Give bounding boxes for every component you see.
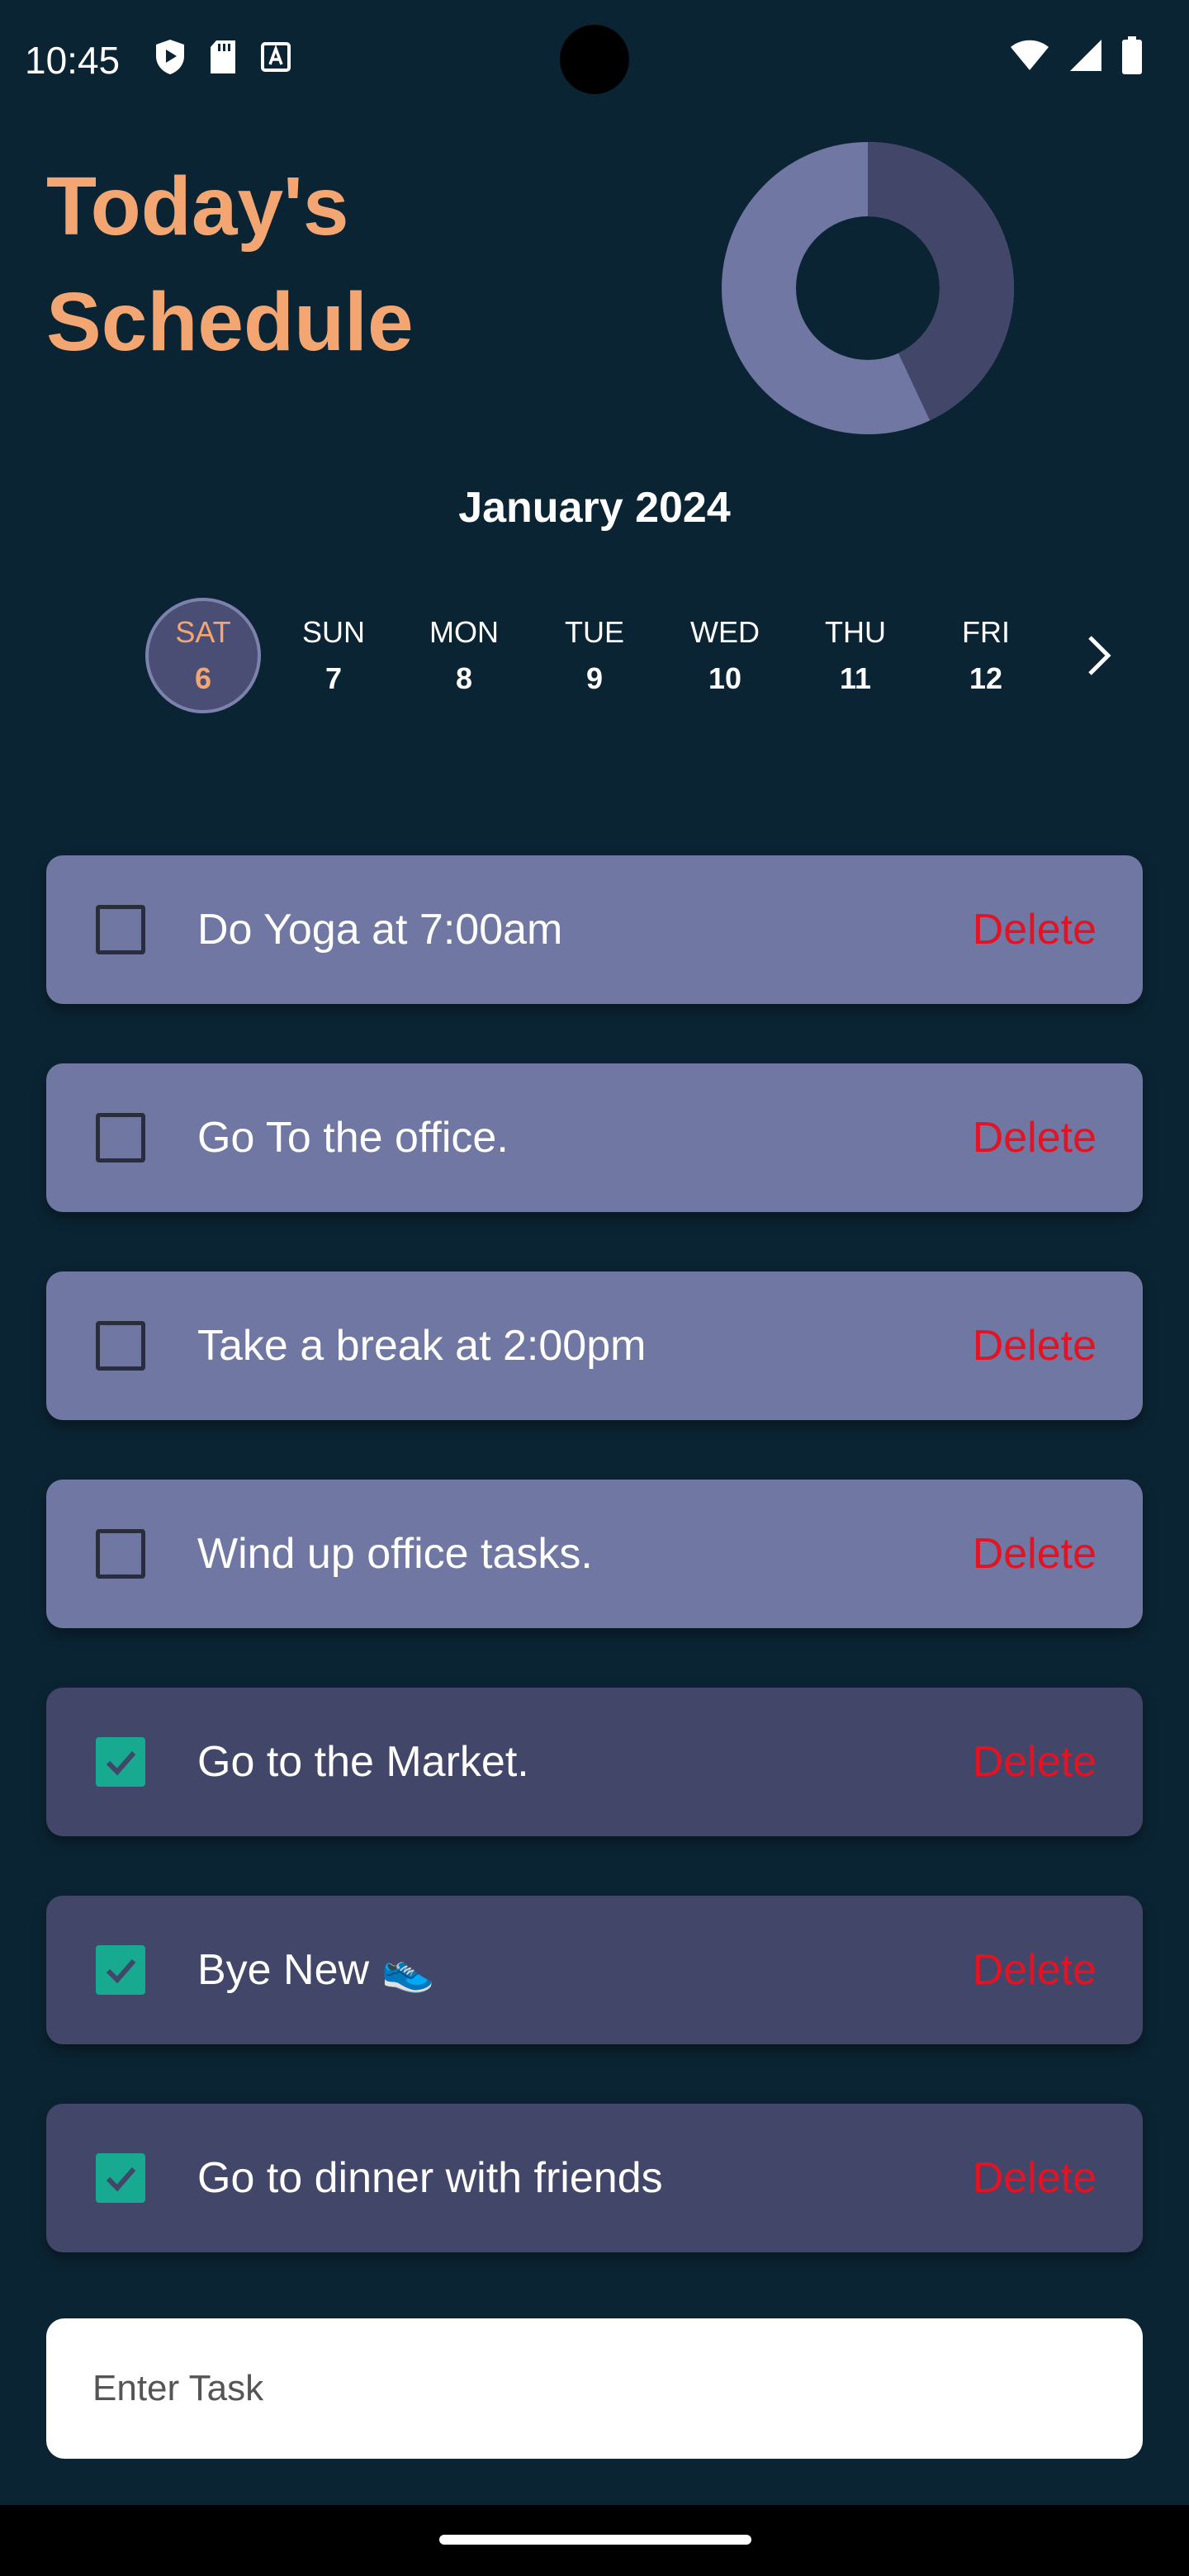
day-of-week: SUN	[301, 615, 365, 649]
task-text: Do Yoga at 7:00am	[197, 906, 563, 954]
day-number: 6	[194, 661, 212, 695]
delete-button[interactable]: Delete	[973, 902, 1097, 958]
day-of-week: TUE	[565, 615, 624, 649]
camera-cutout	[560, 25, 629, 94]
task-text: Wind up office tasks.	[197, 1530, 593, 1578]
day-item-wed-10[interactable]: WED 10	[667, 596, 783, 715]
task-card-completed: Go to the Market. Delete	[46, 1688, 1143, 1836]
task-input[interactable]	[46, 2318, 1143, 2459]
font-a-icon	[261, 42, 291, 72]
day-number: 12	[969, 661, 1003, 695]
page-title: Today's Schedule	[46, 160, 414, 368]
day-number: 11	[839, 661, 872, 695]
day-of-week: FRI	[962, 615, 1010, 649]
status-time: 10:45	[25, 39, 121, 82]
day-number: 10	[708, 661, 742, 695]
delete-button[interactable]: Delete	[973, 1526, 1097, 1582]
task-text: Bye New 👟	[197, 1946, 435, 1994]
day-number: 8	[455, 661, 473, 695]
home-indicator[interactable]	[439, 2535, 751, 2545]
status-system-icons	[1009, 36, 1143, 74]
day-item-sun-7[interactable]: SUN 7	[276, 596, 391, 715]
checkmark-icon	[106, 2167, 136, 2192]
delete-button[interactable]: Delete	[973, 1734, 1097, 1790]
checkmark-icon	[106, 1959, 136, 1984]
battery-icon	[1122, 36, 1142, 74]
sd-card-icon	[211, 40, 235, 73]
task-card: Wind up office tasks. Delete	[46, 1480, 1143, 1628]
task-checkbox[interactable]	[96, 1529, 145, 1579]
task-text: Take a break at 2:00pm	[197, 1322, 647, 1370]
delete-button[interactable]: Delete	[973, 1110, 1097, 1166]
status-bar: 10:45	[0, 0, 1189, 119]
task-text: Go to the Market.	[197, 1738, 529, 1786]
day-of-week: THU	[825, 615, 886, 649]
checkmark-icon	[106, 1751, 136, 1776]
date-strip: SAT 6 SUN 7 MON 8 TUE 9 WED 10 THU 11 FR…	[145, 596, 1103, 715]
signal-icon	[1070, 40, 1101, 71]
day-of-week: WED	[690, 615, 760, 649]
task-card: Do Yoga at 7:00am Delete	[46, 855, 1143, 1004]
chevron-right-icon[interactable]	[1073, 631, 1123, 680]
day-item-tue-9[interactable]: TUE 9	[537, 596, 652, 715]
task-checkbox-checked[interactable]	[96, 2153, 145, 2203]
day-item-mon-8[interactable]: MON 8	[406, 596, 522, 715]
delete-button[interactable]: Delete	[973, 1942, 1097, 1998]
task-checkbox[interactable]	[96, 905, 145, 954]
day-of-week: MON	[429, 615, 499, 649]
navigation-bar	[0, 2505, 1189, 2576]
shield-icon	[156, 40, 184, 74]
task-card-completed: Bye New 👟 Delete	[46, 1896, 1143, 2044]
month-label: January 2024	[458, 484, 731, 532]
delete-button[interactable]: Delete	[973, 2150, 1097, 2206]
day-item-thu-11[interactable]: THU 11	[798, 596, 913, 715]
wifi-icon	[1011, 40, 1049, 70]
status-notification-icons	[154, 38, 292, 76]
task-card: Take a break at 2:00pm Delete	[46, 1271, 1143, 1420]
task-card: Go To the office. Delete	[46, 1063, 1143, 1212]
task-checkbox-checked[interactable]	[96, 1737, 145, 1787]
task-text: Go To the office.	[197, 1114, 509, 1162]
task-checkbox[interactable]	[96, 1321, 145, 1371]
day-item-sat-6[interactable]: SAT 6	[145, 598, 261, 713]
progress-donut-chart	[722, 142, 1014, 434]
day-number: 7	[324, 661, 343, 695]
delete-button[interactable]: Delete	[973, 1318, 1097, 1374]
day-item-fri-12[interactable]: FRI 12	[928, 596, 1044, 715]
task-checkbox[interactable]	[96, 1113, 145, 1163]
day-of-week: SAT	[175, 615, 231, 649]
task-text: Go to dinner with friends	[197, 2154, 663, 2202]
day-number: 9	[585, 661, 604, 695]
task-card-completed: Go to dinner with friends Delete	[46, 2104, 1143, 2252]
task-checkbox-checked[interactable]	[96, 1945, 145, 1995]
